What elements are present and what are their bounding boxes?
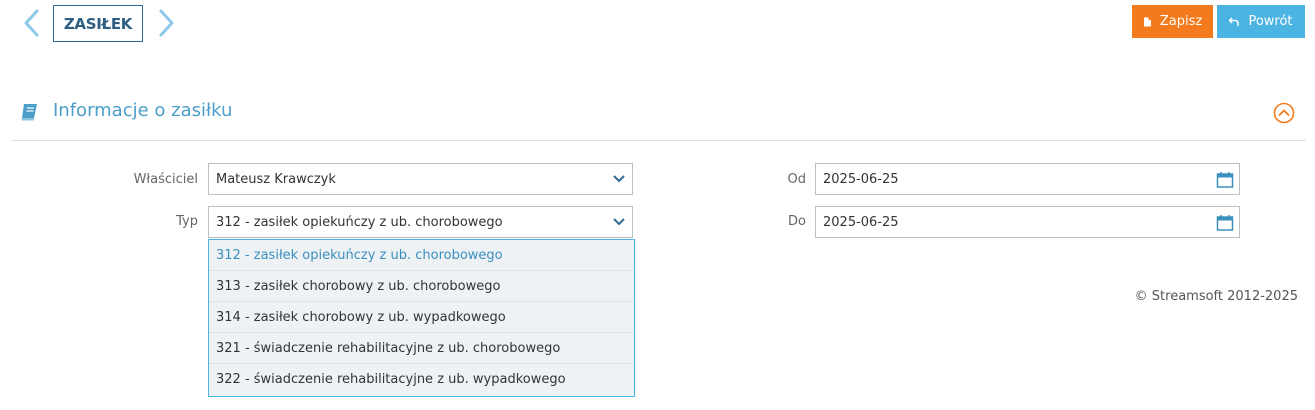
type-select[interactable]: 312 - zasiłek opiekuńczy z ub. chorobowe… (208, 206, 633, 238)
from-date-value: 2025-06-25 (823, 171, 899, 187)
type-value: 312 - zasiłek opiekuńczy z ub. chorobowe… (216, 214, 503, 230)
type-option[interactable]: 321 - świadczenie rehabilitacyjne z ub. … (209, 333, 634, 364)
to-date-value: 2025-06-25 (823, 214, 899, 230)
document-icon (1143, 17, 1152, 27)
chevron-down-icon (613, 175, 625, 183)
to-date-input[interactable]: 2025-06-25 (815, 206, 1240, 238)
owner-label: Właściciel (133, 172, 198, 187)
previous-record-button[interactable] (22, 8, 42, 38)
chevron-up-circle-icon (1273, 102, 1295, 124)
book-icon (20, 102, 40, 126)
type-option[interactable]: 313 - zasiłek chorobowy z ub. choroboweg… (209, 271, 634, 302)
section-title: Informacje o zasiłku (53, 100, 233, 121)
back-button[interactable]: Powrót (1217, 5, 1305, 38)
chevron-right-icon (159, 9, 174, 37)
back-button-label: Powrót (1248, 14, 1293, 29)
next-record-button[interactable] (156, 8, 176, 38)
type-option[interactable]: 322 - świadczenie rehabilitacyjne z ub. … (209, 364, 634, 395)
copyright-text: © Streamsoft 2012-2025 (1134, 289, 1298, 304)
collapse-section-button[interactable] (1273, 102, 1295, 124)
return-arrow-icon (1229, 16, 1240, 27)
type-label: Typ (176, 214, 198, 229)
to-date-label: Do (788, 214, 806, 229)
save-button[interactable]: Zapisz (1132, 5, 1213, 38)
from-date-input[interactable]: 2025-06-25 (815, 163, 1240, 195)
type-option[interactable]: 312 - zasiłek opiekuńczy z ub. chorobowe… (209, 240, 634, 271)
calendar-icon[interactable] (1216, 171, 1234, 189)
owner-select[interactable]: Mateusz Krawczyk (208, 163, 633, 195)
from-date-label: Od (787, 172, 806, 187)
save-button-label: Zapisz (1159, 14, 1203, 29)
chevron-down-icon (613, 218, 625, 226)
owner-value: Mateusz Krawczyk (216, 171, 336, 187)
section-divider (11, 140, 1306, 141)
type-dropdown-list: 312 - zasiłek opiekuńczy z ub. chorobowe… (208, 239, 635, 397)
page-title: ZASIŁEK (53, 5, 143, 42)
type-option[interactable]: 314 - zasiłek chorobowy z ub. wypadkoweg… (209, 302, 634, 333)
chevron-left-icon (24, 9, 39, 37)
calendar-icon[interactable] (1216, 214, 1234, 232)
benefit-form-page: ZASIŁEK Zapisz Powrót Informacje o zasił… (0, 0, 1315, 410)
